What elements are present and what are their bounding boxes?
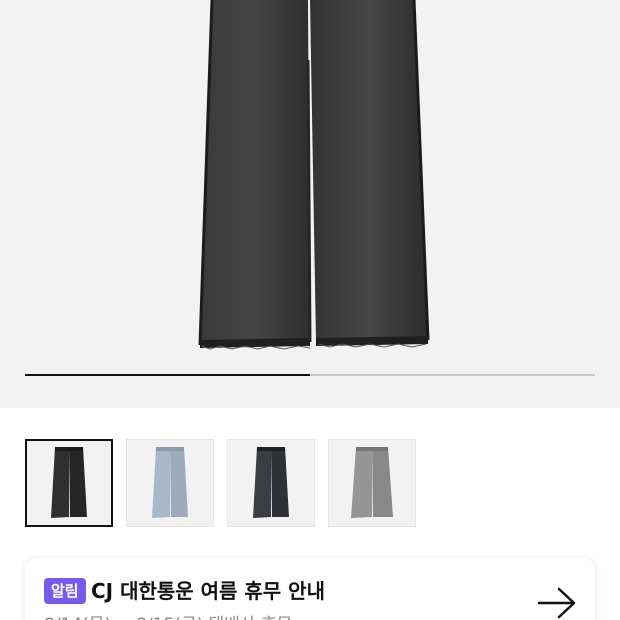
thumbnail-image <box>351 447 393 518</box>
thumbnail-2[interactable] <box>126 439 214 527</box>
thumbnail-3[interactable] <box>227 439 315 527</box>
notice-banner[interactable]: 알림 CJ 대한통운 여름 휴무 안내 8/14(목) ~ 8/15(금) 택배… <box>25 558 595 620</box>
thumbnail-1[interactable] <box>25 439 113 527</box>
thumbnail-strip <box>25 439 416 527</box>
thumbnail-image <box>253 447 289 518</box>
thumbnail-image <box>51 447 87 518</box>
carousel-progress-bar <box>25 374 595 376</box>
arrow-right-icon[interactable] <box>537 586 577 620</box>
notice-badge: 알림 <box>44 578 86 604</box>
notice-title: CJ 대한통운 여름 휴무 안내 <box>91 579 325 603</box>
carousel-progress-fill <box>25 374 310 376</box>
thumbnail-4[interactable] <box>328 439 416 527</box>
thumbnail-image <box>152 447 188 518</box>
product-main-image <box>198 0 430 350</box>
product-image-carousel[interactable] <box>0 0 620 408</box>
notice-subtitle: 8/14(목) ~ 8/15(금) 택배사 휴무 <box>44 610 292 620</box>
